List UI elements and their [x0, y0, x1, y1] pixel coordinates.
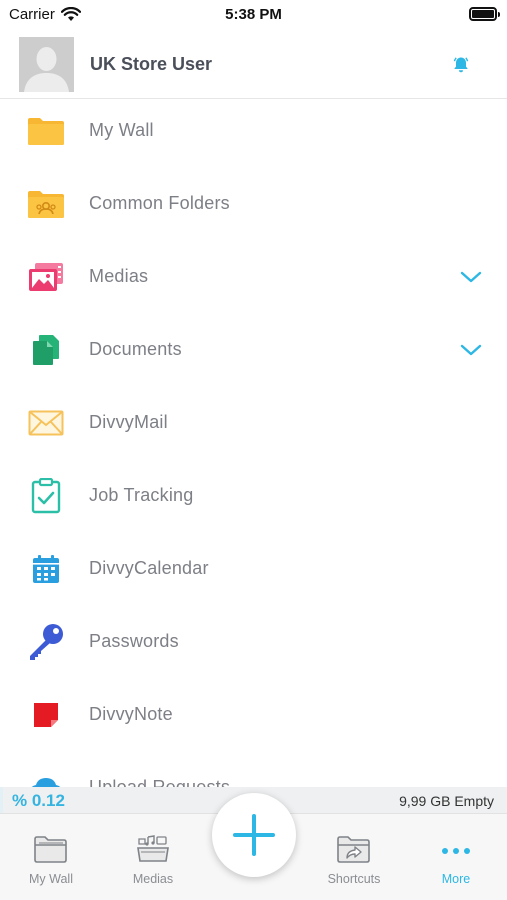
- menu-item-job-tracking[interactable]: Job Tracking: [0, 459, 507, 532]
- menu-label-medias: Medias: [89, 266, 149, 286]
- menu-item-upload-requests[interactable]: Upload Requests: [0, 751, 507, 787]
- tab-label-shortcuts: Shortcuts: [327, 872, 381, 886]
- key-icon: [26, 622, 66, 662]
- plus-icon: [233, 814, 275, 856]
- tab-shortcuts[interactable]: Shortcuts: [309, 814, 399, 900]
- menu-label-divvynote: DivvyNote: [89, 704, 173, 724]
- menu-label-divvymail: DivvyMail: [89, 412, 168, 432]
- profile-header: UK Store User: [0, 30, 507, 99]
- tab-medias[interactable]: Medias: [108, 814, 198, 900]
- tab-label-more: More: [441, 872, 471, 886]
- media-icon: [26, 257, 66, 297]
- mail-icon: [26, 403, 66, 443]
- menu-label-divvycalendar: DivvyCalendar: [89, 558, 209, 578]
- menu-item-my-wall[interactable]: My Wall: [0, 99, 507, 167]
- menu-item-divvymail[interactable]: DivvyMail: [0, 386, 507, 459]
- menu-item-divvycalendar[interactable]: DivvyCalendar: [0, 532, 507, 605]
- avatar[interactable]: [19, 37, 74, 92]
- chevron-down-icon[interactable]: [460, 343, 482, 357]
- menu-label-job-tracking: Job Tracking: [89, 485, 194, 505]
- note-icon: [26, 695, 66, 735]
- media-tray-icon: [137, 835, 169, 862]
- menu-label-my-wall: My Wall: [89, 120, 154, 140]
- user-name[interactable]: UK Store User: [90, 54, 212, 75]
- chevron-down-icon[interactable]: [460, 270, 482, 284]
- cloud-upload-icon: [26, 768, 66, 787]
- storage-free-space: 9,99 GB Empty: [399, 793, 494, 809]
- folder-icon: [26, 111, 66, 151]
- storage-fill: [0, 787, 3, 813]
- tab-label-my-wall: My Wall: [29, 872, 73, 886]
- folder-outline-icon: [34, 836, 67, 863]
- menu-item-common-folders[interactable]: Common Folders: [0, 167, 507, 240]
- clipboard-check-icon: [26, 476, 66, 516]
- tab-label-medias: Medias: [132, 872, 174, 886]
- add-button[interactable]: [212, 793, 296, 877]
- tab-more[interactable]: More: [411, 814, 501, 900]
- calendar-icon: [26, 549, 66, 589]
- documents-icon: [26, 330, 66, 370]
- menu-item-medias[interactable]: Medias: [0, 240, 507, 313]
- menu-item-divvynote[interactable]: DivvyNote: [0, 678, 507, 751]
- bell-icon[interactable]: [451, 55, 471, 75]
- user-placeholder-icon: [19, 37, 74, 92]
- status-bar: Carrier 5:38 PM: [0, 0, 507, 30]
- menu-label-documents: Documents: [89, 339, 182, 359]
- clock: 5:38 PM: [225, 6, 282, 23]
- menu-label-passwords: Passwords: [89, 631, 179, 651]
- menu-item-documents[interactable]: Documents: [0, 313, 507, 386]
- tab-my-wall[interactable]: My Wall: [6, 814, 96, 900]
- side-menu: My Wall Common Folders Medias Documents …: [0, 99, 507, 787]
- menu-label-upload-requests: Upload Requests: [89, 777, 231, 787]
- storage-percent: % 0.12: [12, 791, 65, 810]
- more-dots-icon: [442, 848, 470, 854]
- shortcut-folder-icon: [337, 836, 370, 863]
- menu-label-common-folders: Common Folders: [89, 193, 230, 213]
- shared-folder-icon: [26, 184, 66, 224]
- battery-icon: [469, 7, 500, 21]
- menu-item-passwords[interactable]: Passwords: [0, 605, 507, 678]
